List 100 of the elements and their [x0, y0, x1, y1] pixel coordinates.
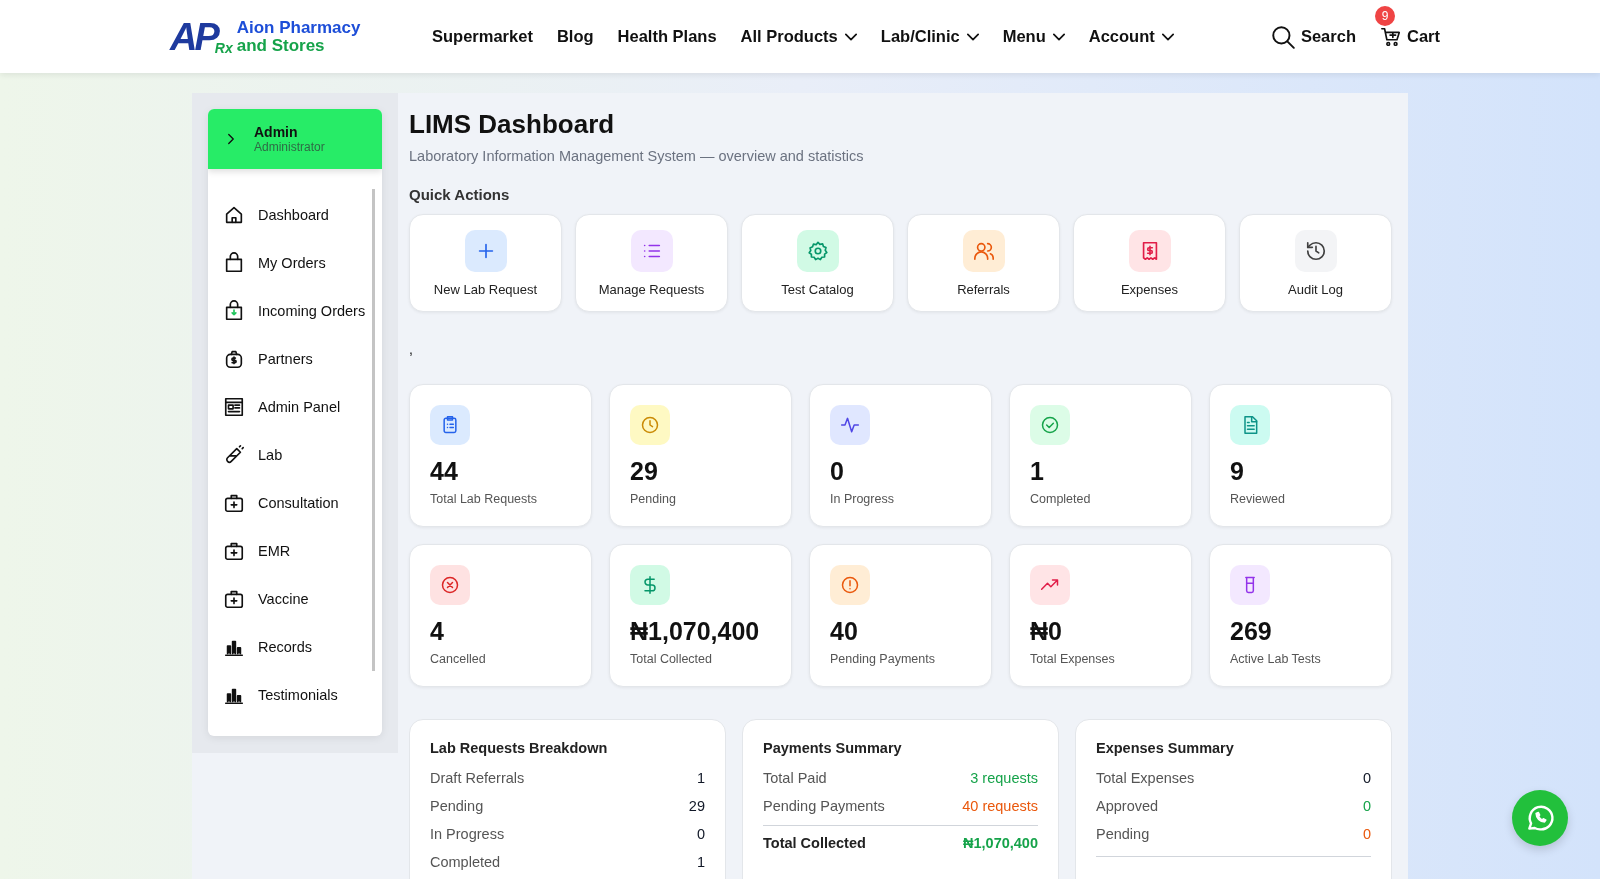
stat-value: 4 [430, 617, 445, 646]
row-value: 3 requests [970, 770, 1038, 786]
stat-value: ₦1,070,400 [630, 617, 761, 646]
row-value: 1 [696, 854, 705, 870]
sidebar-item[interactable]: Consultation [208, 479, 372, 527]
gear-icon [806, 239, 829, 262]
stat-value: 1 [1030, 457, 1045, 486]
sidebar-item[interactable]: Dashboard [208, 191, 372, 239]
row-label: Pending [430, 798, 484, 814]
stat-label: In Progress [830, 492, 895, 506]
row-label: In Progress [430, 826, 505, 842]
bag-icon [223, 300, 245, 322]
chevron-down-icon[interactable] [966, 32, 979, 41]
section-title: Quick Actions [409, 186, 511, 203]
sidebar-item[interactable]: Testimonials [208, 671, 372, 719]
stat-value: 0 [830, 457, 845, 486]
stat-label: Pending Payments [830, 652, 936, 666]
chevron-down-icon[interactable] [1052, 32, 1065, 41]
row-value: 1 [696, 770, 705, 786]
check-circle-icon [1040, 415, 1060, 435]
stray-mark: , [409, 340, 413, 357]
stat-value: 269 [1230, 617, 1273, 646]
nav-link[interactable]: Supermarket [432, 27, 533, 46]
sidebar-item[interactable]: EMR [208, 527, 372, 575]
user-role: Administrator [254, 140, 325, 154]
card-title: Payments Summary [763, 740, 903, 756]
user-header[interactable]: Admin Administrator [208, 109, 382, 169]
quick-action-card[interactable]: Manage Requests [575, 214, 728, 312]
quick-action-card[interactable]: Referrals [907, 214, 1060, 312]
quick-action-card[interactable]: Test Catalog [741, 214, 894, 312]
card-title: Lab Requests Breakdown [430, 740, 609, 756]
sidebar-item[interactable]: Incoming Orders [208, 287, 372, 335]
stat-label: Total Expenses [1030, 652, 1116, 666]
chevron-down-icon[interactable] [1161, 32, 1174, 41]
row-value: ₦1,070,400 [963, 835, 1038, 851]
row-label: Approved [1096, 798, 1159, 814]
row-label: Total Paid [763, 770, 827, 786]
row-label: Total Expenses [1096, 770, 1195, 786]
sidebar-item[interactable]: Lab [208, 431, 372, 479]
medical-kit-icon [223, 588, 245, 610]
row-label: Completed [430, 854, 501, 870]
money-bag-icon [223, 348, 245, 370]
row-value: 0 [1362, 826, 1371, 842]
row-value: 0 [1362, 770, 1371, 786]
stat-value: 9 [1230, 457, 1245, 486]
sidebar-item[interactable]: Vaccine [208, 575, 372, 623]
nav-link[interactable]: Blog [556, 27, 594, 46]
logo[interactable]: APRx Aion Pharmacy and Stores [170, 17, 432, 56]
sidebar-item[interactable]: My Orders [208, 239, 372, 287]
row-value: 29 [688, 798, 705, 814]
stat-label: Active Lab Tests [1230, 652, 1322, 666]
user-name: Admin [254, 124, 299, 140]
cart-icon [1380, 25, 1402, 48]
history-icon [1304, 239, 1327, 262]
pulse-icon [840, 415, 860, 435]
nav-link[interactable]: Menu [1002, 27, 1046, 46]
stat-label: Completed [1030, 492, 1092, 506]
nav-link[interactable]: Account [1088, 27, 1155, 46]
row-value: 40 requests [962, 798, 1038, 814]
search-icon [1269, 23, 1296, 50]
stat-label: Cancelled [430, 652, 487, 666]
page-title: LIMS Dashboard [409, 109, 616, 140]
home-icon [223, 204, 245, 226]
row-label: Draft Referrals [430, 770, 525, 786]
row-value: 0 [1362, 798, 1371, 814]
sidebar-item[interactable]: Records [208, 623, 372, 671]
chevron-down-icon[interactable] [844, 32, 857, 41]
quick-action-card[interactable]: Audit Log [1239, 214, 1392, 312]
cart-link[interactable]: Cart [1380, 25, 1440, 48]
panel-icon [223, 396, 245, 418]
stat-label: Total Collected [630, 652, 713, 666]
clipboard-icon [440, 415, 460, 435]
stat-value: 40 [830, 617, 859, 646]
test-tube-icon [223, 444, 245, 466]
row-label: Pending Payments [763, 798, 885, 814]
alert-icon [840, 575, 860, 595]
medical-kit-icon [223, 492, 245, 514]
search-link[interactable]: Search [1269, 23, 1356, 50]
clock-icon [640, 415, 660, 435]
stat-value: 44 [430, 457, 459, 486]
quick-action-card[interactable]: Expenses [1073, 214, 1226, 312]
stat-label: Pending [630, 492, 677, 506]
nav-link[interactable]: All Products [740, 27, 838, 46]
sidebar-item[interactable]: Partners [208, 335, 372, 383]
stat-label: Reviewed [1230, 492, 1286, 506]
stat-label: Total Lab Requests [430, 492, 538, 506]
row-label: Pending [1096, 826, 1150, 842]
stat-value: 29 [630, 457, 659, 486]
sidebar-item[interactable]: Admin Panel [208, 383, 372, 431]
cart-badge: 9 [1375, 5, 1395, 26]
nav-link[interactable]: Health Plans [617, 27, 717, 46]
stat-value: ₦0 [1030, 617, 1063, 646]
nav-link[interactable]: Lab/Clinic [880, 27, 960, 46]
x-circle-icon [440, 575, 460, 595]
quick-action-card[interactable]: New Lab Request [409, 214, 562, 312]
row-label: Total Collected [763, 835, 866, 851]
card-title: Expenses Summary [1096, 740, 1235, 756]
row-value: 0 [696, 826, 705, 842]
bag-icon [223, 252, 245, 274]
page-subtitle: Laboratory Information Management System — overview and statistics [409, 148, 865, 164]
